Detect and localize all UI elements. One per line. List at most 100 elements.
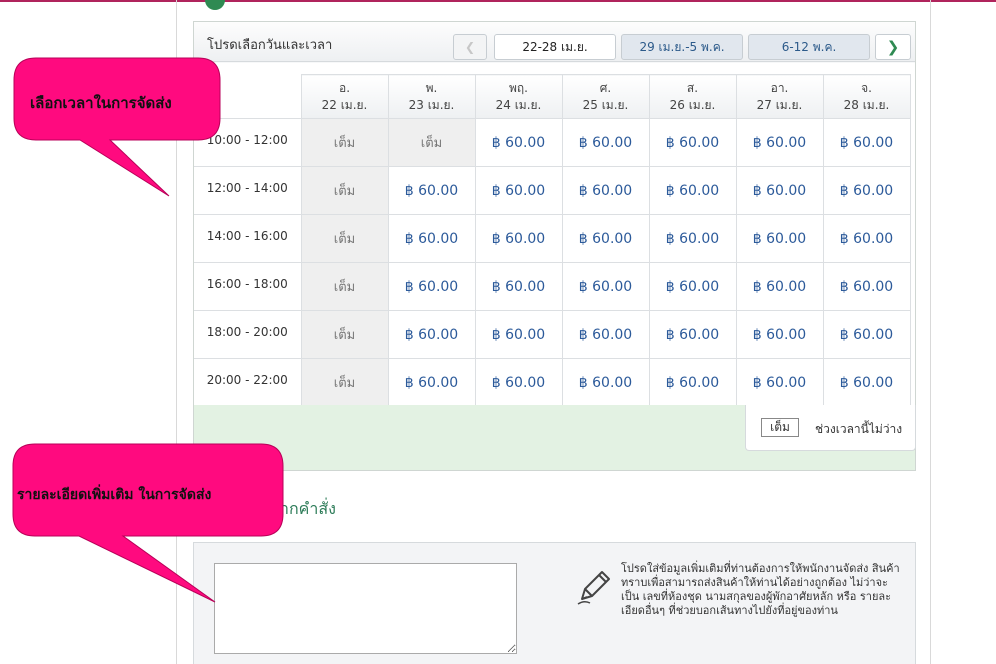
timeslot-full: เต็ม [300, 214, 389, 263]
timeslot-available[interactable]: ฿ 60.00 [822, 214, 911, 263]
schedule-title: โปรดเลือกวันและเวลา [207, 38, 333, 53]
timeslot-available[interactable]: ฿ 60.00 [822, 310, 911, 359]
day-name: ส. [686, 80, 699, 95]
timeslot-full: เต็ม [300, 166, 389, 215]
timeslot-full: เต็ม [300, 310, 389, 359]
day-date: 23 เม.ย. [408, 97, 455, 112]
chevron-right-icon[interactable]: ❯ [875, 34, 911, 60]
timeslot-available[interactable]: ฿ 60.00 [474, 310, 563, 359]
table-row: 20:00 - 22:00 เต็ม฿ 60.00 ฿ 60.00 ฿ 60.00 ฿ … [194, 358, 911, 407]
day-name: อา. [770, 80, 789, 95]
timeslot-available[interactable]: ฿ 60.00 [822, 262, 911, 311]
day-header: อ. 22 เม.ย. [300, 74, 389, 119]
timeslot-available[interactable]: ฿ 60.00 [561, 118, 650, 167]
pencil-icon [577, 571, 610, 605]
timeslot-available[interactable]: ฿ 60.00 [648, 262, 737, 311]
day-header: พ. 23 เม.ย. [387, 74, 476, 119]
timeslot-available[interactable]: ฿ 60.00 [561, 358, 650, 407]
week-tab-3[interactable]: 6-12 พ.ค. [748, 34, 870, 60]
time-range-label: 14:00 - 16:00 [194, 214, 302, 263]
timeslot-available[interactable]: ฿ 60.00 [735, 118, 824, 167]
timeslot-available[interactable]: ฿ 60.00 [561, 214, 650, 263]
timeslot-available[interactable]: ฿ 60.00 [474, 262, 563, 311]
timeslot-available[interactable]: ฿ 60.00 [387, 166, 476, 215]
timeslot-available[interactable]: ฿ 60.00 [735, 358, 824, 407]
order-notes-title: ากคำสั่ง [280, 499, 336, 518]
timeslot-available[interactable]: ฿ 60.00 [735, 310, 824, 359]
day-date: 25 เม.ย. [582, 97, 629, 112]
timeslot-full: เต็ม [300, 262, 389, 311]
table-row: 14:00 - 16:00 เต็ม฿ 60.00 ฿ 60.00 ฿ 60.00 ฿ … [194, 214, 911, 263]
day-date: 27 เม.ย. [756, 97, 803, 112]
callout-extra-details: รายละเอียดเพิ่มเติม ในการจัดส่ง [12, 443, 285, 604]
day-date: 28 เม.ย. [843, 97, 890, 112]
table-row: 10:00 - 12:00 เต็ม เต็ม฿ 60.00 ฿ 60.00 ฿ 60.… [194, 118, 911, 167]
timeslot-available[interactable]: ฿ 60.00 [822, 166, 911, 215]
timeslot-full: เต็ม [300, 118, 389, 167]
timeslot-available[interactable]: ฿ 60.00 [735, 214, 824, 263]
day-header: จ. 28 เม.ย. [822, 74, 911, 119]
day-header-row: อ. 22 เม.ย. พ. 23 เม.ย. พฤ. 24 เม.ย. ศ. 25 เม.ย… [194, 74, 911, 119]
schedule-header: โปรดเลือกวันและเวลา ❮ 22-28 เม.ย. 29 เม.… [194, 22, 915, 62]
table-row: 18:00 - 20:00 เต็ม฿ 60.00 ฿ 60.00 ฿ 60.00 ฿ … [194, 310, 911, 359]
week-tab-current[interactable]: 22-28 เม.ย. [494, 34, 616, 60]
step-indicator-icon [205, 0, 225, 10]
day-header: อา. 27 เม.ย. [735, 74, 824, 119]
timeslot-available[interactable]: ฿ 60.00 [822, 118, 911, 167]
day-date: 26 เม.ย. [669, 97, 716, 112]
timeslot-available[interactable]: ฿ 60.00 [561, 262, 650, 311]
timeslot-available[interactable]: ฿ 60.00 [561, 166, 650, 215]
content-border-right [930, 0, 931, 664]
timeslot-available[interactable]: ฿ 60.00 [474, 358, 563, 407]
timeslot-available[interactable]: ฿ 60.00 [387, 358, 476, 407]
timeslot-available[interactable]: ฿ 60.00 [474, 166, 563, 215]
timeslot-available[interactable]: ฿ 60.00 [561, 310, 650, 359]
timeslot-available[interactable]: ฿ 60.00 [648, 358, 737, 407]
day-date: 22 เม.ย. [321, 97, 368, 112]
chevron-left-icon[interactable]: ❮ [453, 34, 487, 60]
legend-box: เต็ม ช่วงเวลานี้ไม่ว่าง [745, 405, 916, 451]
timeslot-available[interactable]: ฿ 60.00 [474, 118, 563, 167]
timeslot-available[interactable]: ฿ 60.00 [822, 358, 911, 407]
timeslot-available[interactable]: ฿ 60.00 [387, 310, 476, 359]
legend-area: เต็ม ช่วงเวลานี้ไม่ว่าง [194, 405, 916, 470]
day-header: ศ. 25 เม.ย. [561, 74, 650, 119]
table-row: 16:00 - 18:00 เต็ม฿ 60.00 ฿ 60.00 ฿ 60.00 ฿ … [194, 262, 911, 311]
notes-hint-text: โปรดใส่ข้อมูลเพิ่มเติมที่ท่านต้องการให้พ… [621, 562, 900, 617]
day-name: พฤ. [509, 80, 528, 95]
timeslot-available[interactable]: ฿ 60.00 [474, 214, 563, 263]
callout-time-select: เลือกเวลาในการจัดส่ง [13, 57, 221, 198]
timeslot-table: อ. 22 เม.ย. พ. 23 เม.ย. พฤ. 24 เม.ย. ศ. 25 เม.ย… [194, 74, 911, 407]
timeslot-grid-area: อ. 22 เม.ย. พ. 23 เม.ย. พฤ. 24 เม.ย. ศ. 25 เม.ย… [194, 63, 915, 407]
legend-swatch-full: เต็ม [761, 418, 799, 437]
day-name: ศ. [599, 80, 612, 95]
timeslot-available[interactable]: ฿ 60.00 [735, 262, 824, 311]
delivery-schedule-panel: โปรดเลือกวันและเวลา ❮ 22-28 เม.ย. 29 เม.… [193, 21, 916, 471]
timeslot-available[interactable]: ฿ 60.00 [387, 214, 476, 263]
day-name: อ. [338, 80, 351, 95]
timeslot-available[interactable]: ฿ 60.00 [735, 166, 824, 215]
timeslot-available[interactable]: ฿ 60.00 [387, 262, 476, 311]
callout-time-select-shape [13, 57, 221, 197]
timeslot-available[interactable]: ฿ 60.00 [648, 166, 737, 215]
week-tab-2[interactable]: 29 เม.ย.-5 พ.ค. [621, 34, 743, 60]
order-notes-panel: โปรดใส่ข้อมูลเพิ่มเติมที่ท่านต้องการให้พ… [193, 542, 916, 664]
legend-text: ช่วงเวลานี้ไม่ว่าง [815, 422, 903, 436]
day-header: พฤ. 24 เม.ย. [474, 74, 563, 119]
day-name: พ. [425, 80, 438, 95]
timeslot-available[interactable]: ฿ 60.00 [648, 214, 737, 263]
cut-off-heading [232, 0, 542, 4]
day-date: 24 เม.ย. [495, 97, 542, 112]
day-header: ส. 26 เม.ย. [648, 74, 737, 119]
time-range-label: 16:00 - 18:00 [194, 262, 302, 311]
day-name: จ. [861, 80, 872, 95]
time-range-label: 18:00 - 20:00 [194, 310, 302, 359]
timeslot-full: เต็ม [300, 358, 389, 407]
time-range-label: 20:00 - 22:00 [194, 358, 302, 407]
callout-extra-details-text: รายละเอียดเพิ่มเติม ในการจัดส่ง [17, 487, 212, 503]
callout-extra-details-shape [12, 443, 284, 603]
timeslot-available[interactable]: ฿ 60.00 [648, 310, 737, 359]
callout-time-select-text: เลือกเวลาในการจัดส่ง [30, 94, 172, 112]
timeslot-available[interactable]: ฿ 60.00 [648, 118, 737, 167]
timeslot-full: เต็ม [387, 118, 476, 167]
